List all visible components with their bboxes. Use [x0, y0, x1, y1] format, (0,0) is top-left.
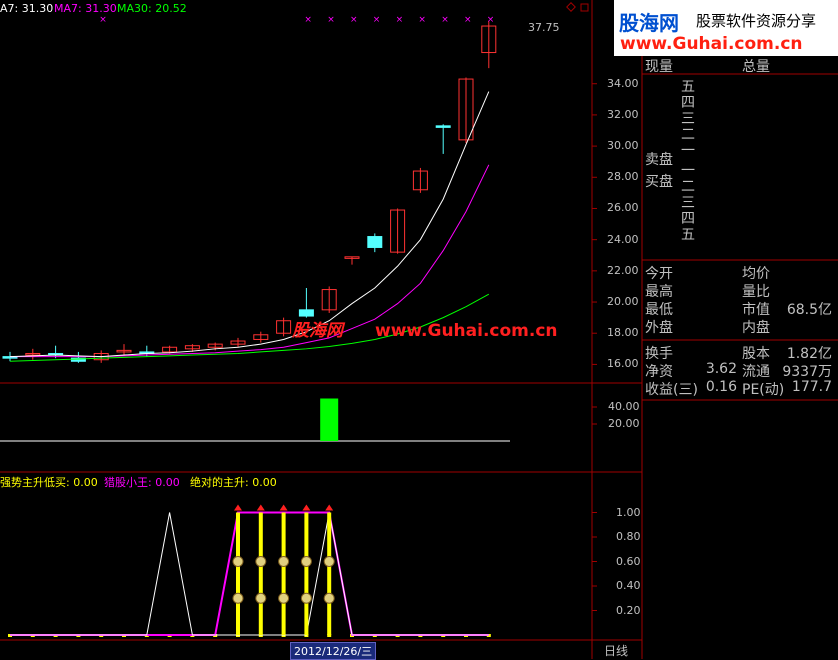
current-volume-header: 现量	[645, 59, 673, 75]
signal-x-mark: ×	[464, 15, 472, 25]
coin-icon	[323, 592, 335, 604]
price-tick-label: 30.00	[607, 139, 639, 153]
banner-url: www.Guhai.com.cn	[620, 34, 803, 54]
date-cursor-label: 2012/12/26/三	[290, 642, 377, 660]
sell-label: 卖盘	[645, 152, 673, 168]
quote-label: 最低	[645, 302, 673, 318]
quote-value: 177.7	[791, 379, 832, 395]
price-tick-label: 16.00	[607, 357, 639, 371]
quote-value: 3.62	[705, 361, 737, 377]
quote-label: 今开	[645, 266, 673, 282]
ma5-label: A7: 31.30	[0, 2, 54, 15]
up-arrow-icon	[256, 504, 265, 511]
diamond-marker-icon	[566, 2, 576, 12]
coin-icon	[255, 592, 267, 604]
quote-value: 9337万	[782, 364, 832, 380]
signal-bar	[281, 512, 286, 635]
quote-value: 1.82亿	[786, 346, 832, 362]
quote-label: 最高	[645, 284, 673, 300]
quote-label: 均价	[742, 266, 770, 282]
coin-icon	[300, 592, 312, 604]
indicator-b-label: 猎股小王: 0.00	[104, 476, 180, 489]
indicator-tick-label: 0.40	[616, 579, 641, 592]
quote-label: 流通	[742, 364, 770, 380]
volume-bar	[320, 398, 339, 441]
candle-body	[367, 236, 383, 248]
price-tick-label: 20.00	[607, 295, 639, 309]
signal-bar	[258, 512, 263, 635]
price-tick-label: 18.00	[607, 326, 639, 340]
signal-x-mark: ×	[487, 15, 495, 25]
total-volume-header: 总量	[742, 59, 770, 75]
quote-label: 量比	[742, 284, 770, 300]
quote-label: 收益(三)	[645, 382, 698, 398]
indicator-tick-label: 1.00	[616, 505, 641, 519]
coin-icon	[232, 556, 244, 567]
indicator-a-label: 强势主升低买: 0.00	[0, 476, 98, 489]
signal-x-mark: ×	[350, 15, 358, 25]
candle-body	[435, 125, 451, 128]
volume-tick-label: 20.00	[608, 417, 640, 430]
watermark-banner: 股海网 股票软件资源分享 www.Guhai.com.cn	[614, 0, 838, 56]
signal-x-mark: ×	[418, 15, 426, 25]
indicator-tick-label: 0.80	[616, 530, 641, 543]
quote-label: PE(动)	[742, 382, 785, 398]
chart-watermark-brand: 股海网	[292, 321, 343, 341]
buy-label: 买盘	[645, 174, 673, 190]
signal-x-mark: ×	[373, 15, 381, 25]
signal-bar	[304, 512, 309, 635]
signal-x-mark: ×	[327, 15, 335, 25]
quote-label: 外盘	[645, 320, 673, 336]
small-square-icon	[580, 3, 589, 12]
price-tick-label: 26.00	[607, 201, 639, 215]
quote-label: 股本	[742, 346, 770, 362]
indicator-magenta-line	[10, 511, 489, 636]
quote-label: 市值	[742, 302, 770, 318]
indicator-tick-label: 0.20	[616, 603, 641, 617]
up-arrow-icon	[234, 504, 242, 511]
signal-x-mark: ×	[99, 15, 107, 25]
ma5-line	[9, 91, 490, 358]
up-arrow-icon	[325, 504, 334, 511]
signal-x-mark: ×	[441, 15, 449, 25]
signal-bar	[327, 512, 332, 635]
up-arrow-icon	[279, 504, 288, 511]
coin-icon	[278, 556, 290, 567]
coin-icon	[300, 556, 312, 567]
ma30-label: MA30: 20.52	[117, 2, 187, 15]
ma7-label: MA7: 31.30	[54, 2, 117, 15]
signal-x-mark: ×	[396, 15, 404, 25]
quote-value: 0.16	[705, 379, 737, 395]
coin-icon	[232, 592, 244, 604]
coin-icon	[278, 592, 290, 604]
signal-bar	[236, 512, 240, 635]
banner-brand: 股海网	[619, 11, 679, 35]
price-tick-label: 34.00	[607, 76, 639, 90]
quote-label: 内盘	[742, 320, 770, 336]
ask-level-label: 一	[681, 143, 695, 159]
quote-label: 换手	[645, 346, 673, 362]
bid-level-label: 五	[681, 227, 695, 243]
price-tick-label: 22.00	[607, 263, 639, 277]
up-arrow-icon	[302, 504, 311, 511]
coin-icon	[323, 556, 335, 567]
period-label[interactable]: 日线	[604, 642, 628, 659]
quote-label: 净资	[645, 364, 673, 380]
price-tick-label: 28.00	[607, 170, 639, 184]
price-tick-label: 32.00	[607, 107, 639, 121]
indicator-c-label: 绝对的主升: 0.00	[190, 476, 277, 489]
price-tick-label: 24.00	[607, 232, 639, 246]
banner-slogan: 股票软件资源分享	[696, 12, 817, 30]
stock-chart-window: × × × × × × × × × × A7: 31.30 MA7: 31.30 MA30: 20…	[0, 0, 838, 660]
signal-x-mark: ×	[304, 15, 312, 25]
high-price-marker: 37.75	[528, 21, 560, 34]
quote-value: 68.5亿	[786, 302, 832, 318]
indicator-tick-label: 0.60	[616, 554, 641, 568]
coin-icon	[255, 556, 267, 567]
chart-watermark-url: www.Guhai.com.cn	[375, 321, 558, 341]
indicator-white-line	[10, 512, 489, 636]
volume-tick-label: 40.00	[608, 400, 640, 413]
